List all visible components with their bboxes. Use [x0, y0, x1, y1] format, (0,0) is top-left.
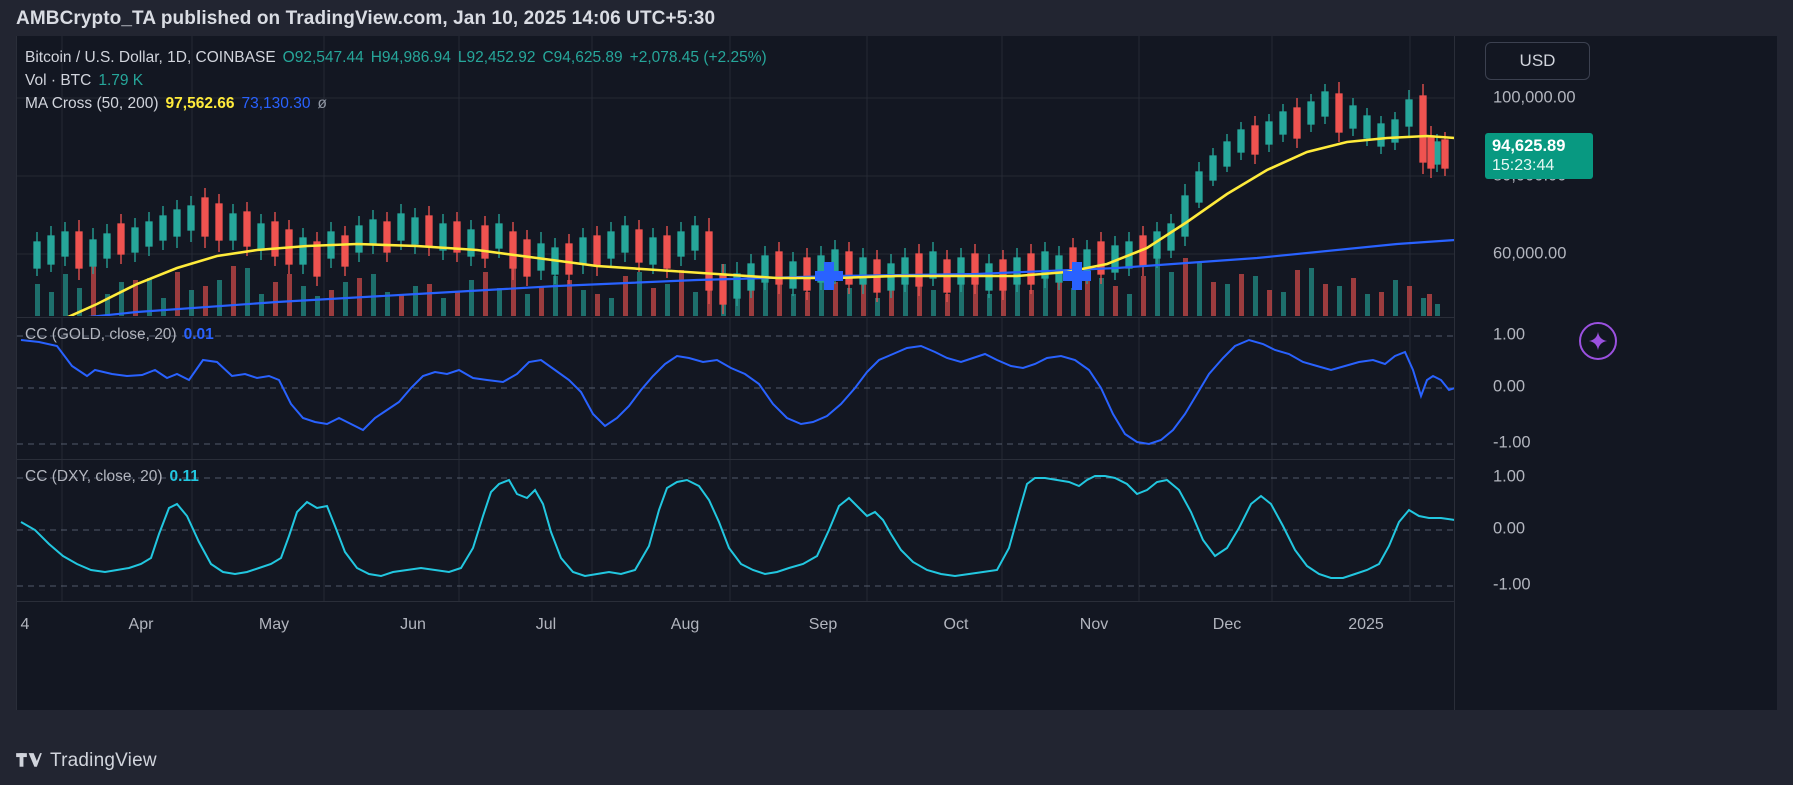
tradingview-chart-screenshot: AMBCrypto_TA published on TradingView.co… — [0, 0, 1793, 785]
time-label-4: Jul — [536, 616, 556, 634]
cc-dxy-title: CC (DXY, close, 20) — [25, 468, 163, 485]
time-label-8: Nov — [1080, 616, 1108, 634]
time-label-7: Oct — [944, 616, 969, 634]
cc-dxy-tick-zero: 0.00 — [1493, 520, 1525, 539]
time-label-2: May — [259, 616, 289, 634]
cc-gold-tick-pos1: 1.00 — [1493, 326, 1525, 345]
price-tick-100k: 100,000.00 — [1493, 89, 1576, 108]
price-chart-svg — [17, 36, 1455, 316]
cc-gold-chart-svg — [17, 318, 1455, 459]
current-price-badge[interactable]: 94,625.89 15:23:44 — [1485, 133, 1593, 179]
currency-button[interactable]: USD — [1485, 42, 1590, 80]
time-label-0: 4 — [21, 616, 30, 634]
cc-dxy-tick-neg1: -1.00 — [1493, 576, 1531, 595]
tradingview-brand-name: TradingView — [50, 750, 157, 772]
current-price-value: 94,625.89 — [1492, 136, 1565, 156]
cc-dxy-legend[interactable]: CC (DXY, close, 20) 0.11 — [25, 468, 199, 486]
time-axis[interactable]: 4 Apr May Jun Jul Aug Sep Oct Nov Dec 20… — [17, 601, 1455, 645]
price-pane[interactable]: Bitcoin / U.S. Dollar, 1D, COINBASEO92,5… — [17, 36, 1455, 316]
time-label-6: Sep — [809, 616, 837, 634]
cc-dxy-chart-svg — [17, 460, 1455, 601]
cc-gold-tick-zero: 0.00 — [1493, 378, 1525, 397]
chart-frame: Bitcoin / U.S. Dollar, 1D, COINBASEO92,5… — [16, 36, 1777, 710]
time-label-3: Jun — [400, 616, 426, 634]
publisher-attribution: AMBCrypto_TA published on TradingView.co… — [16, 8, 715, 30]
time-label-5: Aug — [671, 616, 699, 634]
countdown-timer: 15:23:44 — [1492, 156, 1554, 176]
cc-dxy-value: 0.11 — [170, 468, 199, 485]
price-tick-60k: 60,000.00 — [1493, 245, 1566, 264]
cc-gold-line — [21, 340, 1455, 444]
time-label-9: Dec — [1213, 616, 1241, 634]
tradingview-footer[interactable]: TradingView — [16, 750, 157, 772]
cc-dxy-line — [21, 476, 1455, 578]
indicator-pane-cc-gold[interactable]: CC (GOLD, close, 20) 0.01 — [17, 317, 1455, 458]
time-label-10: 2025 — [1348, 616, 1384, 634]
right-scale-column[interactable]: USD 100,000.00 80,000.00 60,000.00 94,62… — [1454, 36, 1777, 710]
time-label-1: Apr — [129, 616, 154, 634]
cc-gold-legend[interactable]: CC (GOLD, close, 20) 0.01 — [25, 326, 214, 344]
cc-dxy-tick-pos1: 1.00 — [1493, 468, 1525, 487]
indicator-pane-cc-dxy[interactable]: CC (DXY, close, 20) 0.11 — [17, 459, 1455, 600]
tradingview-logo-icon — [16, 751, 42, 771]
sparkle-icon — [1588, 331, 1608, 351]
cc-gold-tick-neg1: -1.00 — [1493, 434, 1531, 453]
ai-sparkle-badge[interactable] — [1579, 322, 1617, 360]
cc-gold-title: CC (GOLD, close, 20) — [25, 326, 177, 343]
cc-gold-value: 0.01 — [184, 326, 214, 343]
